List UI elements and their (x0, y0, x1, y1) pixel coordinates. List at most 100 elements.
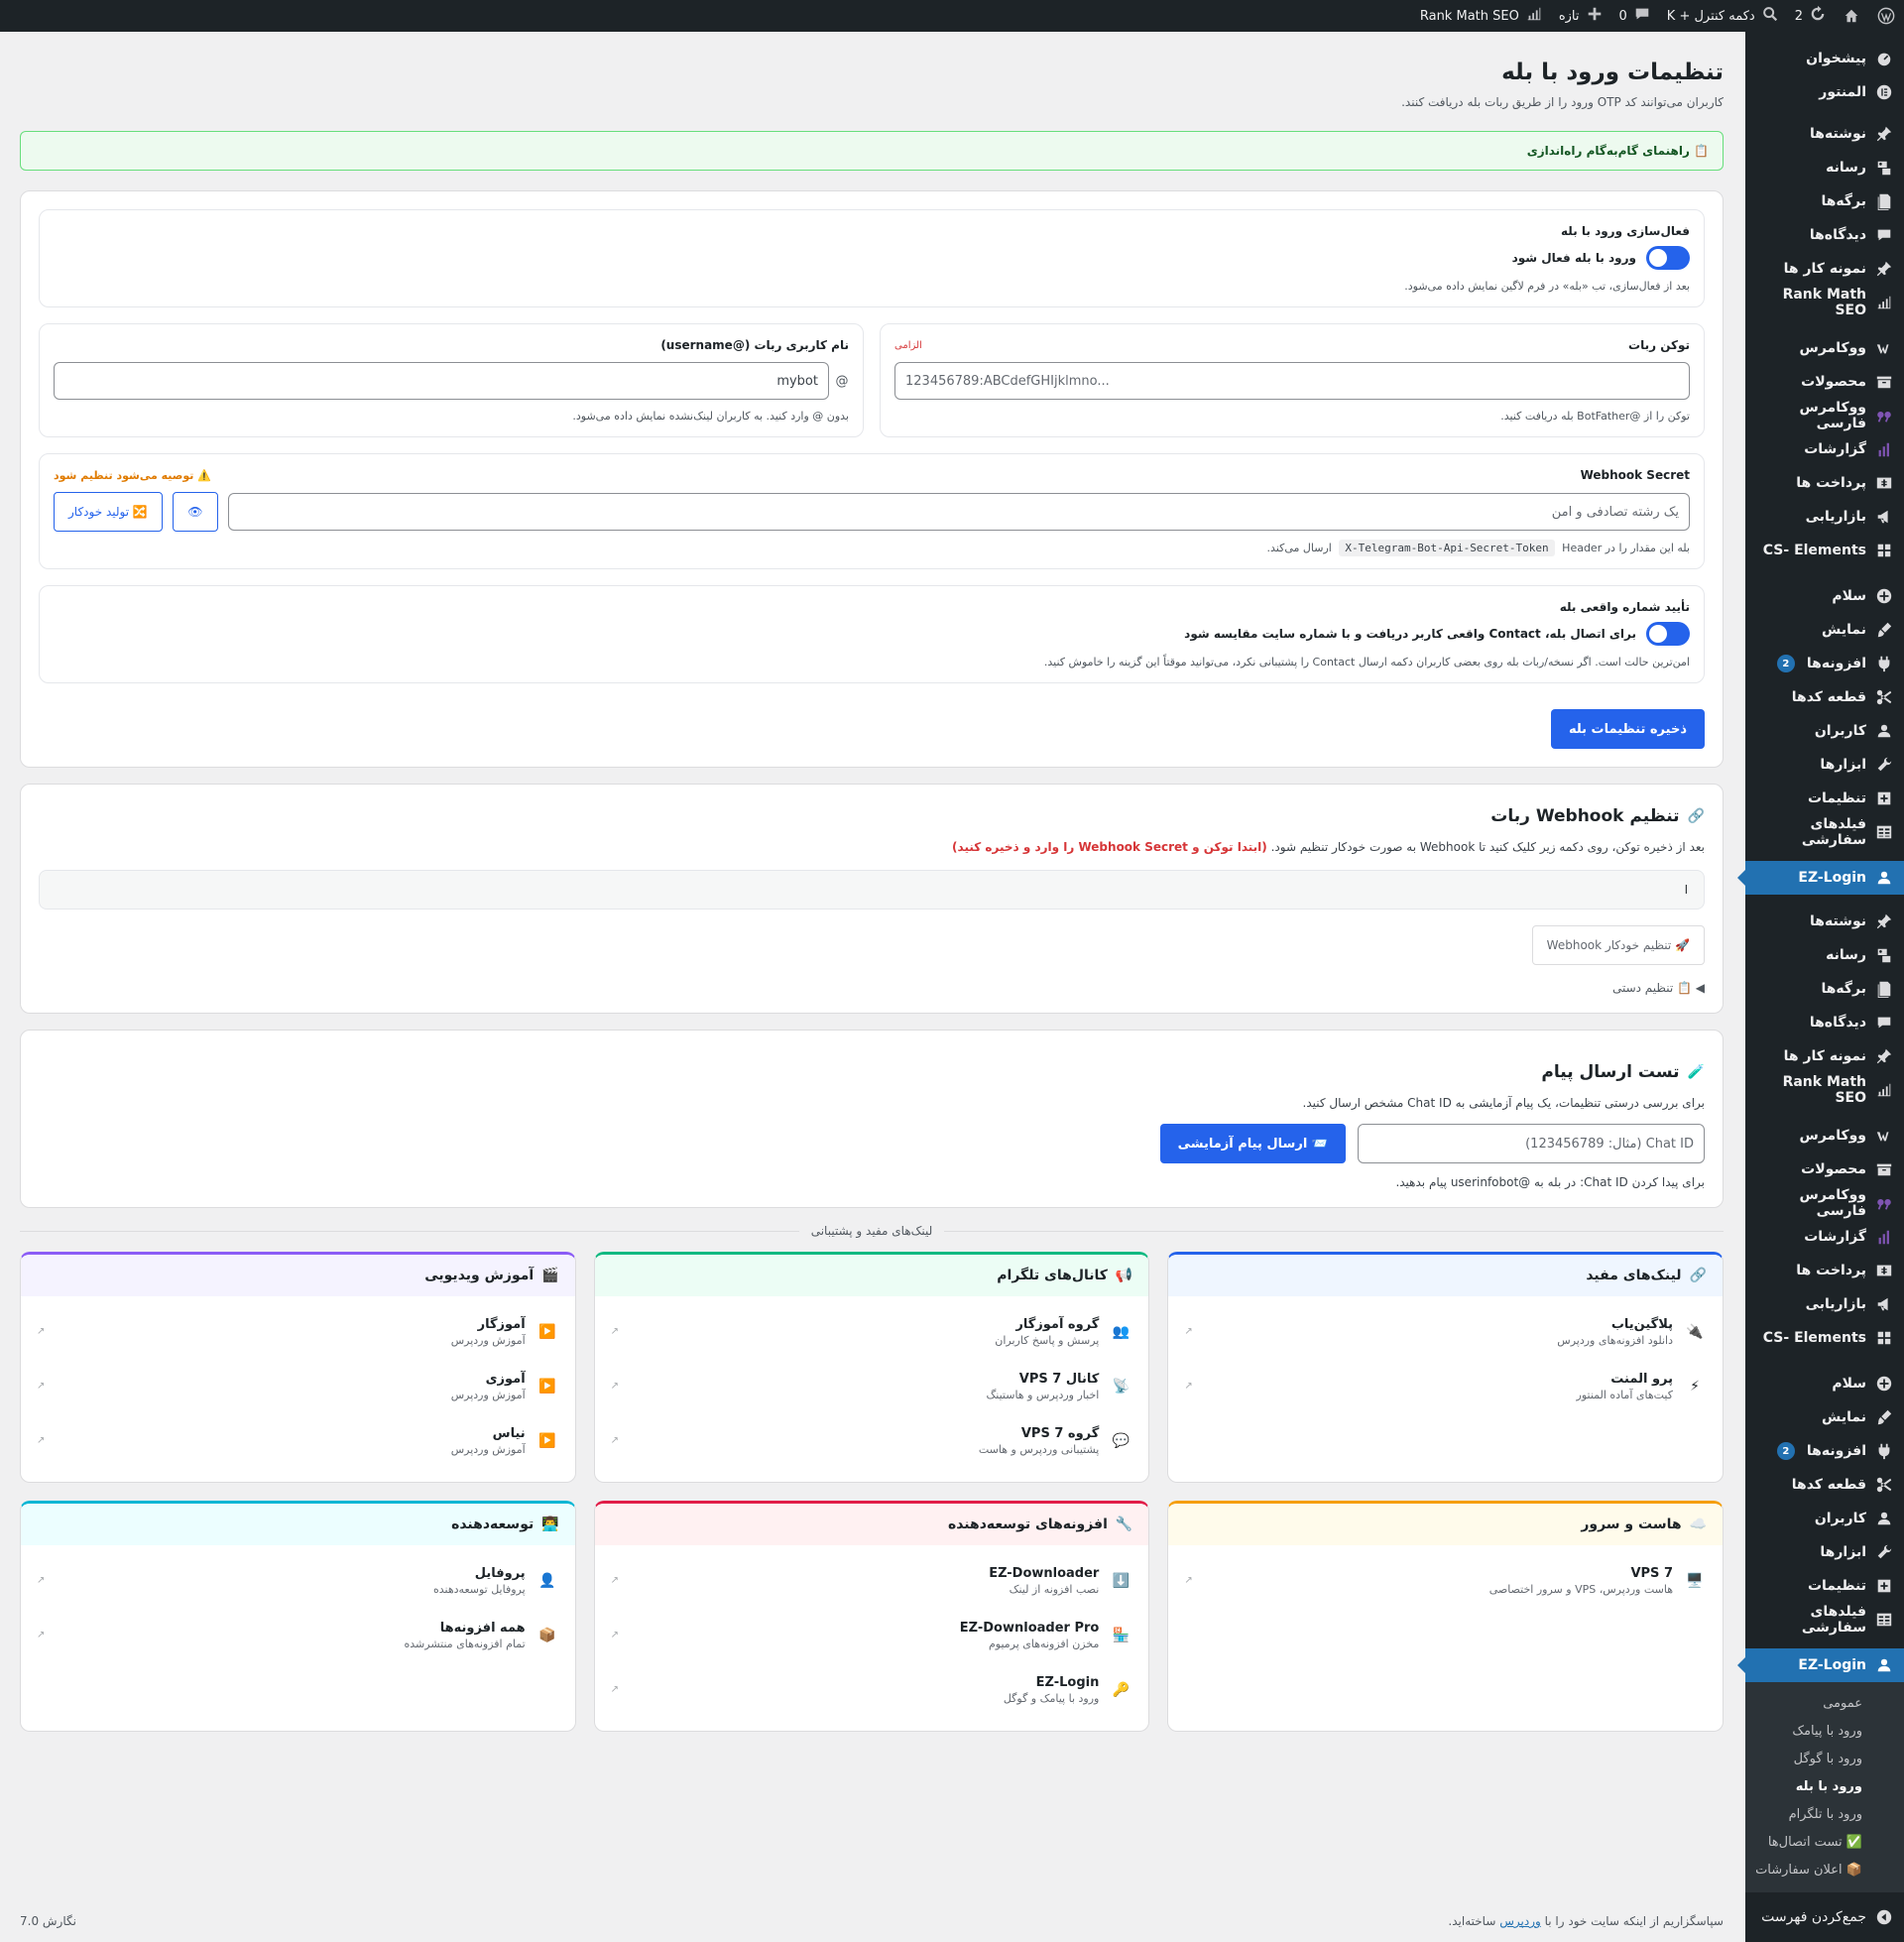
link-item[interactable]: ⬇️ EZ-Downloader نصب افزونه از لینک ↗ (611, 1553, 1133, 1608)
sidebar-item[interactable]: فیلدهای سفارشی (1745, 1603, 1904, 1637)
sidebar-item[interactable]: دیدگاه‌ها (1745, 218, 1904, 252)
submenu-item[interactable]: ورود با پیامک (1745, 1718, 1904, 1746)
sidebar-item[interactable]: قطعه کدها (1745, 680, 1904, 714)
sidebar-item[interactable]: گزارشات (1745, 432, 1904, 466)
sidebar-item[interactable]: ووکامرس فارسی (1745, 399, 1904, 432)
sidebar-item[interactable]: بازاریابی (1745, 500, 1904, 534)
sidebar-item[interactable]: کاربران (1745, 1502, 1904, 1535)
sidebar-item[interactable]: ووکامرس فارسی (1745, 1186, 1904, 1220)
persian-woo-icon (1874, 1193, 1894, 1213)
sidebar-item[interactable]: المنتور (1745, 75, 1904, 109)
submenu-item[interactable]: ورود با گوگل (1745, 1746, 1904, 1773)
sidebar-item[interactable]: گزارشات (1745, 1220, 1904, 1254)
collapse-menu-button[interactable]: جمع‌کردن فهرست (1745, 1900, 1904, 1934)
submenu-item[interactable]: 📦 اعلان سفارشات (1745, 1857, 1904, 1884)
rankmath-link[interactable]: Rank Math SEO (1412, 0, 1551, 32)
bot-token-input[interactable]: 123456789:ABCdefGHIjklmno... (894, 362, 1690, 400)
link-item-subtitle: هاست وردپرس، VPS و سرور اختصاصی (1488, 1582, 1673, 1596)
main-content: تنظیمات ورود با بله کاربران می‌توانند کد… (0, 32, 1745, 1942)
save-settings-button[interactable]: ذخیره تنظیمات بله (1550, 709, 1705, 749)
link-item[interactable]: 📦 همه افزونه‌ها تمام افزونه‌های منتشرشده ↗ (37, 1608, 559, 1662)
bot-username-input[interactable]: mybot (54, 362, 829, 400)
link-item[interactable]: ▶️ آموزگار آموزش وردپرس ↗ (37, 1304, 559, 1359)
link-item[interactable]: ⚡ پرو المنت کیت‌های آماده المنتور ↗ (1184, 1359, 1707, 1413)
link-item-subtitle: تمام افزونه‌های منتشرشده (404, 1637, 526, 1650)
sidebar-item[interactable]: Rank Math SEO (1745, 1073, 1904, 1107)
home-icon[interactable] (1835, 0, 1868, 32)
sidebar-item[interactable]: سلام (1745, 579, 1904, 613)
webhook-secret-input[interactable]: یک رشته تصادفی و امن (227, 493, 1690, 531)
auto-webhook-button[interactable]: 🚀 تنظیم خودکار Webhook (1531, 925, 1705, 965)
updates-link[interactable]: 2 (1787, 0, 1835, 32)
setup-guide-toggle[interactable]: 📋 راهنمای گام‌به‌گام راه‌اندازی (20, 131, 1724, 171)
sidebar-item[interactable]: نوشته‌ها (1745, 117, 1904, 151)
sidebar-item[interactable]: ووکامرس (1745, 331, 1904, 365)
sidebar-item[interactable]: نمایش (1745, 1400, 1904, 1434)
submenu-item[interactable]: ✅ تست اتصال‌ها (1745, 1829, 1904, 1857)
link-item[interactable]: 👥 گروه آموزگار پرسش و پاسخ کاربران ↗ (611, 1304, 1133, 1359)
submenu-item[interactable]: ورود با تلگرام (1745, 1801, 1904, 1829)
sidebar-item[interactable]: Rank Math SEO (1745, 286, 1904, 319)
chat-id-input[interactable]: Chat ID (مثال: 123456789) (1358, 1124, 1705, 1163)
manual-setup-toggle[interactable]: ◀ 📋 تنظیم دستی (39, 981, 1705, 995)
sidebar-item[interactable]: پرداخت ها (1745, 1254, 1904, 1287)
comments-link[interactable]: 0 (1611, 0, 1659, 32)
sidebar-item[interactable]: برگه‌ها (1745, 972, 1904, 1006)
sidebar-item[interactable]: ابزارها (1745, 1535, 1904, 1569)
sidebar-item[interactable]: افزونه‌ها 2 (1745, 1434, 1904, 1468)
sidebar-item[interactable]: ابزارها (1745, 748, 1904, 782)
sidebar-item-label: محصولات (1801, 1161, 1866, 1177)
link-item[interactable]: 🔑 EZ-Login ورود با پیامک و گوگل ↗ (611, 1662, 1133, 1717)
sidebar-item[interactable]: نمونه کار ها (1745, 1039, 1904, 1073)
sidebar-item[interactable]: برگه‌ها (1745, 184, 1904, 218)
sidebar-item[interactable]: نمونه کار ها (1745, 252, 1904, 286)
sidebar-item[interactable]: ووکامرس (1745, 1119, 1904, 1153)
submenu-item[interactable]: عمومی (1745, 1690, 1904, 1718)
wordpress-logo-icon[interactable] (1868, 0, 1904, 32)
sidebar-item[interactable]: CS- Elements (1745, 534, 1904, 567)
link-item[interactable]: 📡 کانال VPS 7 اخبار وردپرس و هاستینگ ↗ (611, 1359, 1133, 1413)
sidebar-item[interactable]: CS- Elements (1745, 1321, 1904, 1355)
send-test-button[interactable]: 📨 ارسال پیام آزمایشی (1159, 1124, 1346, 1163)
link-item[interactable]: 👤 پروفایل پروفایل توسعه‌دهنده ↗ (37, 1553, 559, 1608)
sidebar-item[interactable]: رسانه (1745, 938, 1904, 972)
sidebar-item[interactable]: رسانه (1745, 151, 1904, 184)
sidebar-item[interactable]: نوشته‌ها (1745, 905, 1904, 938)
sidebar-item[interactable]: قطعه کدها (1745, 1468, 1904, 1502)
link-item[interactable]: ▶️ آموزی آموزش وردپرس ↗ (37, 1359, 559, 1413)
link-item[interactable]: ▶️ نیاس آموزش وردپرس ↗ (37, 1413, 559, 1468)
sidebar-item[interactable]: محصولات (1745, 365, 1904, 399)
sidebar-item[interactable]: تنظیمات (1745, 1569, 1904, 1603)
wordpress-link[interactable]: وردپرس (1499, 1914, 1541, 1928)
webhook-card: 🔗 تنظیم Webhook ربات بعد از ذخیره توکن، … (20, 784, 1724, 1014)
link-item-title: آموزگار (477, 1316, 526, 1332)
generate-secret-button[interactable]: 🔀 تولید خودکار (54, 492, 163, 532)
link-item[interactable]: 🏪 EZ-Downloader Pro مخزن افزونه‌های پرمیوم… (611, 1608, 1133, 1662)
sidebar-item-ez-login-2[interactable]: EZ-Login (1737, 1648, 1904, 1682)
link-item[interactable]: 💬 گروه VPS 7 پشتیبانی وردپرس و هاست ↗ (611, 1413, 1133, 1468)
sidebar-item-ez-login[interactable]: EZ-Login (1737, 861, 1904, 895)
wrench-icon (1874, 1542, 1894, 1562)
sidebar-item[interactable]: بازاریابی (1745, 1287, 1904, 1321)
sidebar-item[interactable]: کاربران (1745, 714, 1904, 748)
sidebar-item[interactable]: پیشخوان (1745, 42, 1904, 75)
submenu-item[interactable]: ورود با بله (1745, 1773, 1904, 1801)
sidebar-item[interactable]: افزونه‌ها 2 (1745, 647, 1904, 680)
sidebar-item[interactable]: فیلدهای سفارشی (1745, 815, 1904, 849)
link-card: 🔧 افزونه‌های توسعه‌دهنده ⬇️ EZ-Downloader نص… (593, 1501, 1150, 1732)
sidebar-item[interactable]: دیدگاه‌ها (1745, 1006, 1904, 1039)
sidebar-item[interactable]: پرداخت ها (1745, 466, 1904, 500)
toggle-visibility-button[interactable]: 👁 (172, 492, 218, 532)
phone-verify-toggle[interactable] (1646, 622, 1690, 646)
link-item[interactable]: 🔌 پلاگین‌یاب دانلود افزونه‌های وردپرس ↗ (1184, 1304, 1707, 1359)
command-palette-link[interactable]: دکمه کنترل + K (1659, 0, 1787, 32)
webhook-url-box[interactable]: ا (39, 870, 1705, 910)
bale-login-toggle[interactable] (1646, 246, 1690, 270)
sidebar-item[interactable]: تنظیمات (1745, 782, 1904, 815)
sidebar-item[interactable]: نمایش (1745, 613, 1904, 647)
test-tube-icon: 🧪 (1687, 1064, 1705, 1080)
sidebar-item[interactable]: سلام (1745, 1367, 1904, 1400)
sidebar-item[interactable]: محصولات (1745, 1153, 1904, 1186)
new-content-link[interactable]: تازه (1551, 0, 1611, 32)
link-item[interactable]: 🖥️ VPS 7 هاست وردپرس، VPS و سرور اختصاصی ↗ (1184, 1553, 1707, 1608)
